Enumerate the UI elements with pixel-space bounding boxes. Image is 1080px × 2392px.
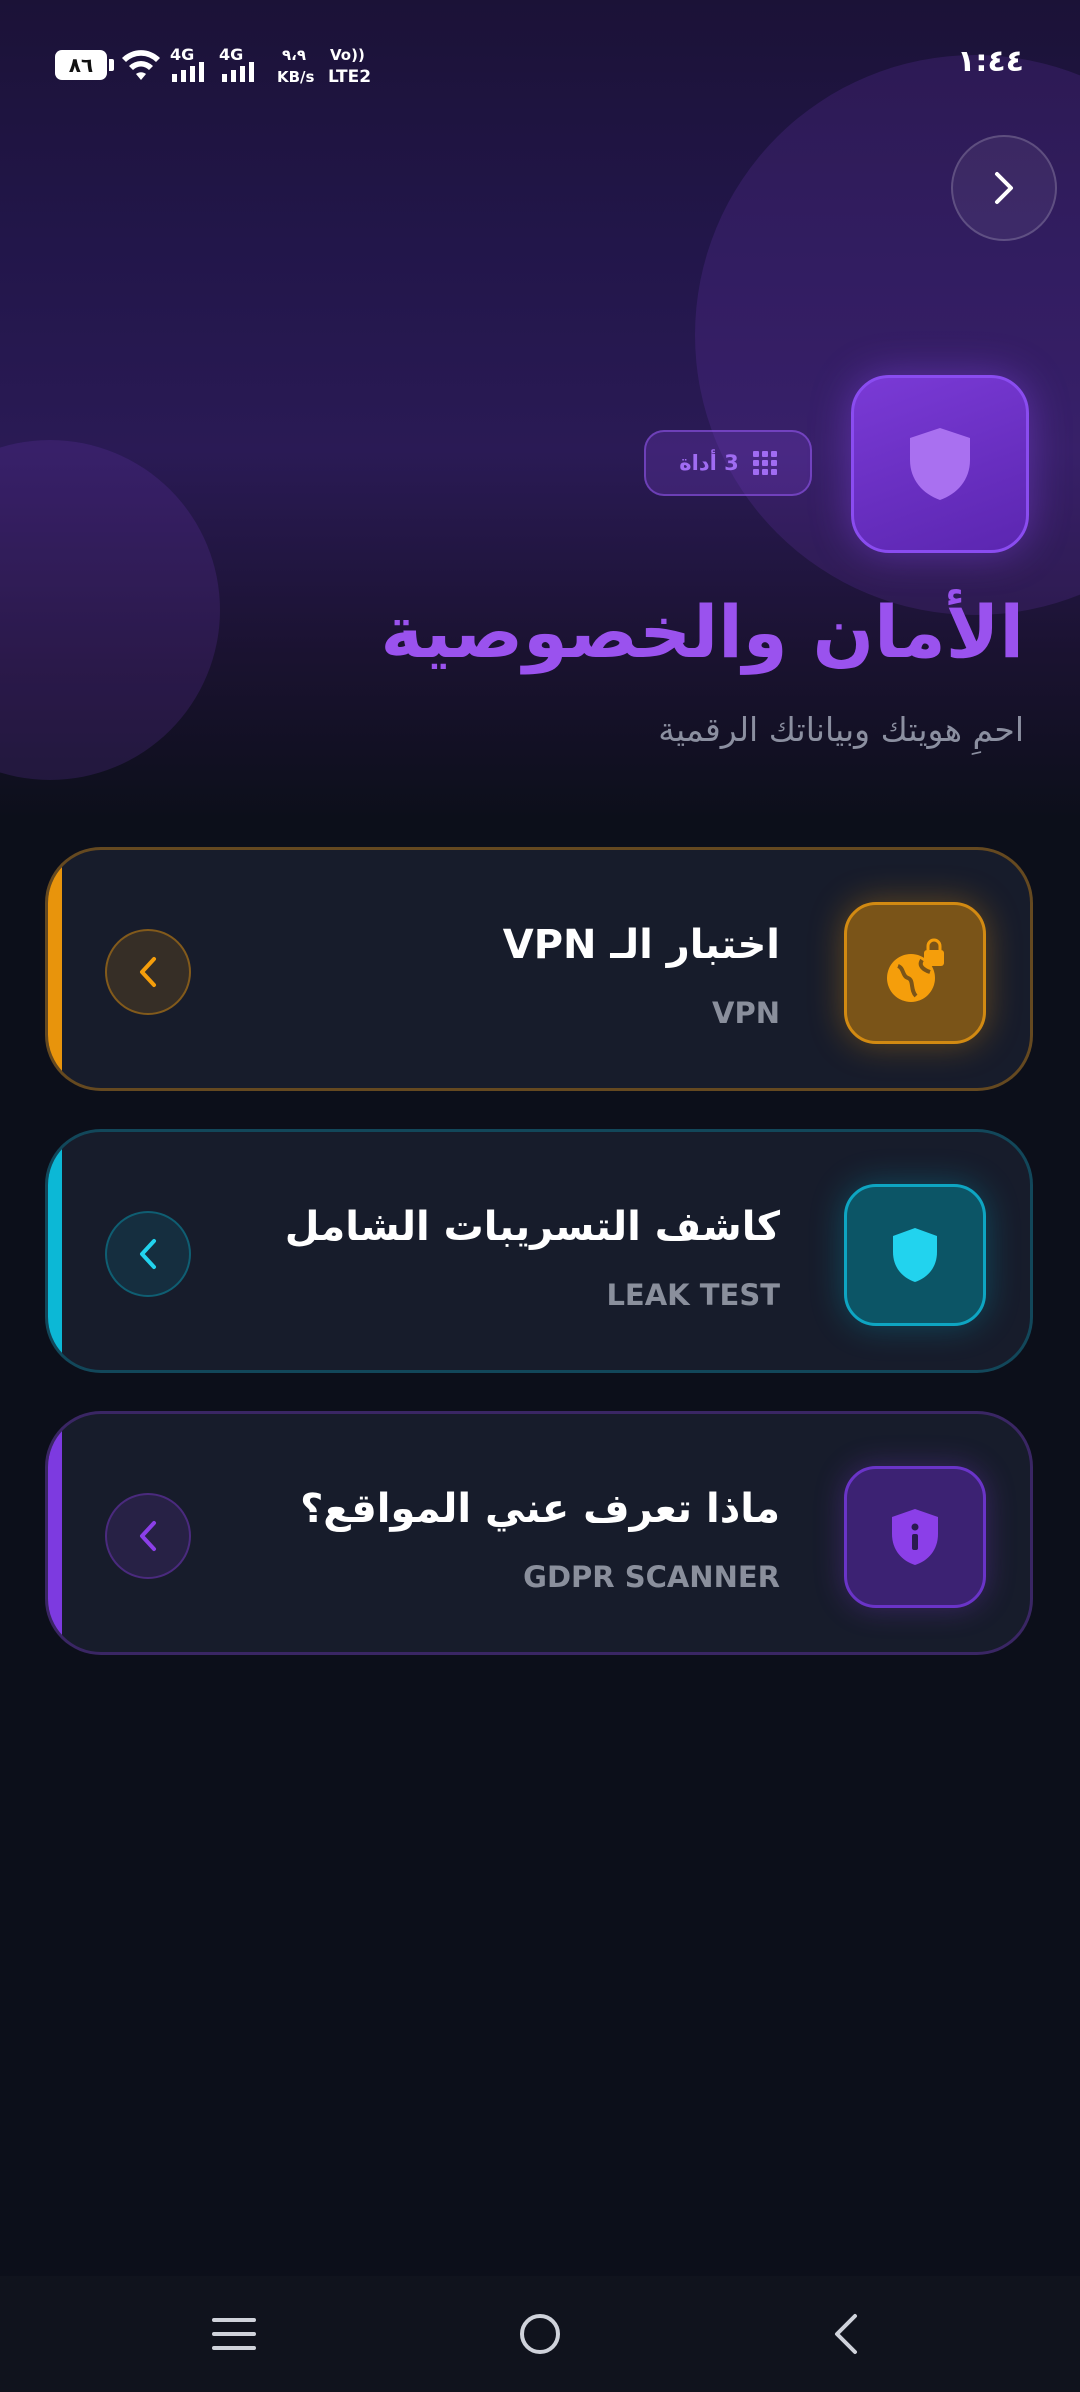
card-open-button[interactable] — [105, 1211, 191, 1297]
card-vpn-test[interactable]: اختبار الـ VPN VPN — [45, 847, 1033, 1091]
nav-back-button[interactable] — [786, 2276, 906, 2392]
card-accent-stripe — [48, 1132, 62, 1370]
volte-indicator: Vo)) — [330, 46, 365, 64]
chevron-left-icon — [140, 1521, 156, 1551]
card-open-button[interactable] — [105, 929, 191, 1015]
card-icon-box — [844, 1184, 986, 1326]
grid-icon — [752, 451, 777, 475]
card-title: كاشف التسريبات الشامل — [284, 1204, 780, 1250]
tools-count-label: 3 أداة — [679, 451, 739, 475]
menu-icon — [212, 2318, 256, 2350]
card-gdpr-scanner[interactable]: ماذا تعرف عني المواقع؟ GDPR SCANNER — [45, 1411, 1033, 1655]
card-accent-stripe — [48, 1414, 62, 1652]
speed-unit: KB/s — [277, 68, 315, 86]
card-subtitle: GDPR SCANNER — [523, 1560, 780, 1594]
home-circle-icon — [520, 2314, 560, 2354]
page-subtitle: احمِ هويتك وبياناتك الرقمية — [658, 710, 1024, 749]
card-open-button[interactable] — [105, 1493, 191, 1579]
back-chevron-icon — [835, 2314, 857, 2354]
hero-shield-badge — [851, 375, 1029, 553]
shield-icon — [910, 428, 970, 500]
forward-button[interactable] — [951, 135, 1057, 241]
system-nav-bar — [0, 2276, 1080, 2392]
clock: ١:٤٤ — [957, 44, 1024, 79]
nav-home-button[interactable] — [480, 2276, 600, 2392]
nav-recents-button[interactable] — [174, 2276, 294, 2392]
shield-icon — [893, 1228, 937, 1282]
card-subtitle: VPN — [712, 996, 780, 1030]
chevron-left-icon — [140, 1239, 156, 1269]
decorative-blob — [0, 440, 220, 780]
signal-icon — [172, 62, 204, 82]
globe-lock-icon — [887, 938, 944, 1002]
shield-info-icon — [892, 1509, 938, 1565]
page-title: الأمان والخصوصية — [380, 590, 1025, 674]
card-accent-stripe — [48, 850, 62, 1088]
card-icon-box — [844, 1466, 986, 1608]
card-icon-box — [844, 902, 986, 1044]
speed-value: ٩،٩ — [282, 46, 307, 64]
battery-indicator: ٨٦ — [55, 50, 114, 80]
card-title: ماذا تعرف عني المواقع؟ — [300, 1486, 780, 1532]
card-subtitle: LEAK TEST — [606, 1278, 780, 1312]
lte-indicator: LTE2 — [328, 67, 372, 87]
chevron-left-icon — [140, 957, 156, 987]
chevron-right-icon — [995, 172, 1013, 204]
status-bar: ٨٦ 4G 4G ٩،٩ KB/s Vo)) LTE2 ١:٤٤ — [0, 0, 1080, 130]
wifi-icon — [122, 50, 160, 80]
card-title: اختبار الـ VPN — [502, 922, 780, 968]
tools-count-badge: 3 أداة — [644, 430, 812, 496]
signal-icon — [222, 62, 254, 82]
card-leak-test[interactable]: كاشف التسريبات الشامل LEAK TEST — [45, 1129, 1033, 1373]
